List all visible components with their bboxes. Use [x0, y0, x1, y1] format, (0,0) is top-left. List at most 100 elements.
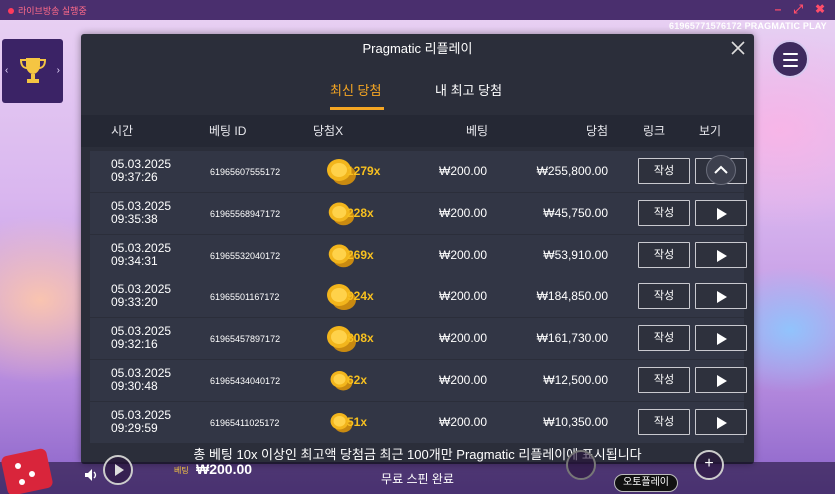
- window-close-button[interactable]: ✖: [815, 2, 825, 17]
- row-multiplier: 924x: [347, 289, 374, 303]
- row-multiplier: 62x: [347, 373, 368, 387]
- row-bet: ₩200.00: [439, 206, 488, 220]
- play-icon: [717, 250, 727, 262]
- row-bet: ₩200.00: [439, 164, 488, 178]
- row-bet: ₩200.00: [439, 373, 488, 387]
- chevron-up-icon: [714, 165, 728, 174]
- view-replay-button[interactable]: [695, 283, 747, 309]
- table-row: 05.03.2025 09:30:48 61965434040172 62x ₩200.…: [90, 360, 747, 401]
- row-datetime: 05.03.2025 09:30:48: [111, 367, 171, 393]
- recording-indicator: 라이브방송 실행중: [8, 4, 87, 17]
- row-time: 09:34:31: [111, 254, 158, 268]
- recording-label: 라이브방송 실행중: [18, 6, 87, 16]
- row-win: ₩12,500.00: [543, 373, 608, 387]
- create-link-button[interactable]: 작성: [638, 283, 690, 309]
- view-replay-button[interactable]: [695, 242, 747, 268]
- replay-modal: Pragmatic 리플레이 최신 당첨 내 최고 당첨 시간 베팅 ID 당첨…: [81, 34, 754, 464]
- column-header-multiplier: 당첨X: [313, 124, 344, 138]
- row-datetime: 05.03.2025 09:35:38: [111, 200, 171, 226]
- row-win: ₩184,850.00: [536, 289, 608, 303]
- view-replay-button[interactable]: [695, 409, 747, 435]
- tab-my-best-wins[interactable]: 내 최고 당첨: [435, 80, 502, 99]
- row-datetime: 05.03.2025 09:33:20: [111, 283, 171, 309]
- row-win: ₩53,910.00: [543, 248, 608, 262]
- column-header-view: 보기: [699, 124, 722, 138]
- expand-button[interactable]: ⤢: [793, 2, 803, 17]
- table-row: 05.03.2025 09:35:38 61965568947172 228x ₩200…: [90, 193, 747, 234]
- column-header-link: 링크: [643, 124, 666, 138]
- row-datetime: 05.03.2025 09:32:16: [111, 325, 171, 351]
- create-link-button[interactable]: 작성: [638, 158, 690, 184]
- row-multiplier: 228x: [347, 206, 374, 220]
- row-win: ₩161,730.00: [536, 331, 608, 345]
- row-multiplier: 1279x: [347, 164, 381, 178]
- row-datetime: 05.03.2025 09:34:31: [111, 242, 171, 268]
- row-bet-id: 61965607555172: [210, 167, 281, 177]
- create-link-button[interactable]: 작성: [638, 367, 690, 393]
- row-bet-id: 61965411025172: [210, 418, 280, 428]
- minimize-button[interactable]: –: [775, 2, 782, 17]
- close-icon[interactable]: [730, 40, 746, 56]
- modal-title: Pragmatic 리플레이: [362, 41, 473, 56]
- row-time: 09:29:59: [111, 421, 158, 435]
- column-header-time: 시간: [111, 124, 134, 138]
- row-bet: ₩200.00: [439, 415, 488, 429]
- trophy-icon: [19, 58, 47, 83]
- row-bet-id: 61965434040172: [210, 376, 281, 386]
- play-icon: [717, 375, 727, 387]
- record-dot-icon: [8, 7, 14, 14]
- row-time: 09:30:48: [111, 379, 158, 393]
- row-time: 09:33:20: [111, 295, 158, 309]
- row-bet-id: 61965568947172: [210, 209, 281, 219]
- chevron-left-icon[interactable]: ‹: [5, 65, 8, 76]
- menu-button[interactable]: [771, 40, 809, 78]
- status-text: 무료 스핀 완료: [381, 472, 454, 486]
- play-icon: [717, 333, 727, 345]
- top-bar: 라이브방송 실행중 – ⤢ ✖: [0, 0, 835, 20]
- create-link-button[interactable]: 작성: [638, 409, 690, 435]
- row-multiplier: 269x: [347, 248, 374, 262]
- row-time: 09:37:26: [111, 170, 158, 184]
- row-bet: ₩200.00: [439, 289, 488, 303]
- tab-latest-wins[interactable]: 최신 당첨: [330, 80, 381, 99]
- play-icon: [717, 208, 727, 220]
- table-row: 05.03.2025 09:34:31 61965532040172 269x ₩200…: [90, 235, 747, 276]
- row-bet-id: 61965457897172: [210, 334, 281, 344]
- view-replay-button[interactable]: [695, 200, 747, 226]
- table-row: 05.03.2025 09:32:16 61965457897172 808x ₩200…: [90, 318, 747, 359]
- row-datetime: 05.03.2025 09:37:26: [111, 158, 171, 184]
- column-header-bet: 베팅: [466, 124, 489, 138]
- active-tab-indicator: [330, 107, 384, 110]
- row-win: ₩255,800.00: [536, 164, 608, 178]
- view-replay-button[interactable]: [695, 325, 747, 351]
- trophy-panel[interactable]: ‹ ›: [2, 39, 63, 103]
- autoplay-button[interactable]: 오토플레이: [614, 474, 678, 492]
- view-replay-button[interactable]: [695, 367, 747, 393]
- row-multiplier: 51x: [347, 415, 368, 429]
- row-bet: ₩200.00: [439, 331, 488, 345]
- create-link-button[interactable]: 작성: [638, 242, 690, 268]
- table-row: 05.03.2025 09:33:20 61965501167172 924x ₩200…: [90, 276, 747, 317]
- row-win: ₩10,350.00: [543, 415, 608, 429]
- row-multiplier: 808x: [347, 331, 374, 345]
- chevron-right-icon[interactable]: ›: [57, 65, 60, 76]
- row-bet-id: 61965532040172: [210, 251, 281, 261]
- row-datetime: 05.03.2025 09:29:59: [111, 409, 171, 435]
- player-id-label: 61965771576172 PRAGMATIC PLAY: [669, 21, 827, 31]
- row-win: ₩45,750.00: [543, 206, 608, 220]
- create-link-button[interactable]: 작성: [638, 200, 690, 226]
- menu-line: [783, 59, 798, 61]
- table-row: 05.03.2025 09:29:59 61965411025172 51x ₩200.…: [90, 402, 747, 443]
- row-bet-id: 61965501167172: [210, 292, 280, 302]
- column-header-win: 당첨: [586, 124, 609, 138]
- create-link-button[interactable]: 작성: [638, 325, 690, 351]
- menu-line: [783, 65, 798, 67]
- row-bet: ₩200.00: [439, 248, 488, 262]
- table-row: 05.03.2025 09:37:26 61965607555172 1279x ₩20…: [90, 151, 747, 192]
- play-icon: [717, 291, 727, 303]
- row-time: 09:35:38: [111, 212, 158, 226]
- row-time: 09:32:16: [111, 337, 158, 351]
- menu-line: [783, 53, 798, 55]
- column-header-bet-id: 베팅 ID: [209, 124, 247, 138]
- scroll-up-button[interactable]: [706, 155, 736, 185]
